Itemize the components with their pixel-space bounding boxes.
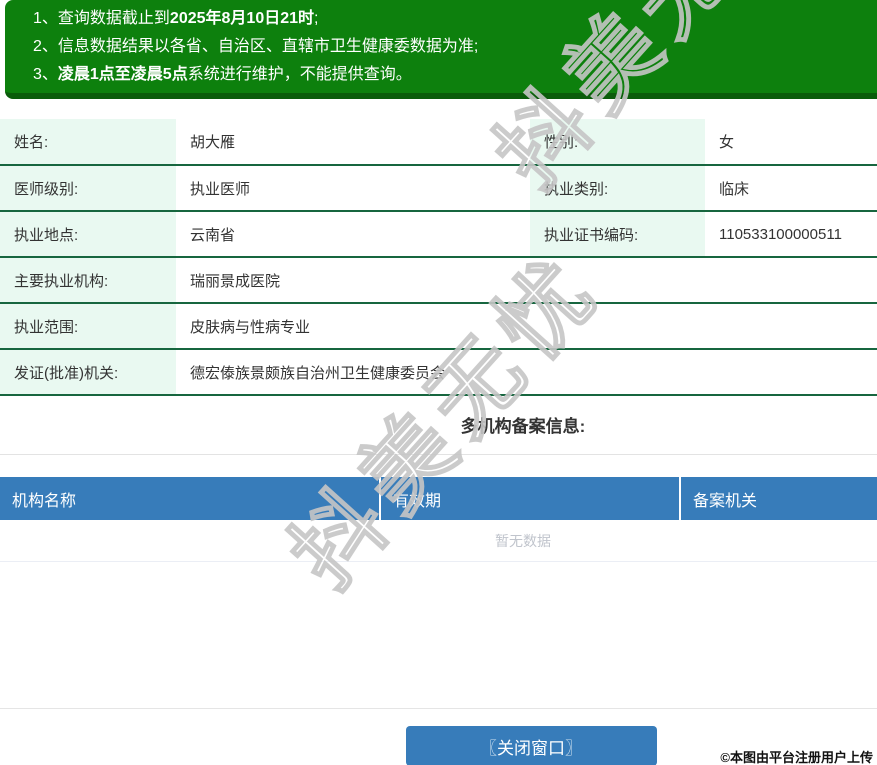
page-content: 1、查询数据截止到2025年8月10日21时; 2、信息数据结果以各省、自治区、…	[0, 0, 877, 765]
multi-org-section-title: 多机构备案信息:	[460, 417, 586, 436]
empty-data-placeholder: 暂无数据	[0, 520, 877, 562]
notice-text: 查询数据截止到	[57, 10, 170, 27]
notice-line-1: 1、查询数据截止到2025年8月10日21时;	[33, 5, 877, 33]
notice-number: 2、	[33, 38, 58, 55]
column-header-record-authority: 备案机关	[679, 477, 877, 520]
notice-number: 1、	[33, 10, 58, 27]
practice-scope-label: 执业范围:	[0, 303, 176, 350]
column-header-org-name: 机构名称	[0, 477, 380, 520]
level-label: 医师级别:	[0, 165, 176, 212]
category-label: 执业类别:	[530, 165, 705, 212]
main-org-label: 主要执业机构:	[0, 257, 176, 304]
issuing-authority-label: 发证(批准)机关:	[0, 349, 176, 396]
table-row: 姓名: 胡大雁 性别: 女	[0, 119, 877, 166]
location-value: 云南省	[176, 211, 530, 258]
notice-text: 信息数据结果以各省、自治区、直辖市卫生健康委数据为准;	[57, 38, 479, 55]
notice-line-2: 2、信息数据结果以各省、自治区、直辖市卫生健康委数据为准;	[33, 33, 877, 61]
notice-banner: 1、查询数据截止到2025年8月10日21时; 2、信息数据结果以各省、自治区、…	[5, 0, 877, 99]
name-value: 胡大雁	[176, 119, 530, 166]
notice-text-bold: 凌晨1点至凌晨5点	[57, 66, 188, 83]
level-value: 执业医师	[176, 165, 530, 212]
query-result-page: 1、查询数据截止到2025年8月10日21时; 2、信息数据结果以各省、自治区、…	[0, 0, 877, 765]
practice-scope-value: 皮肤病与性病专业	[176, 303, 877, 350]
table-row: 发证(批准)机关: 德宏傣族景颇族自治州卫生健康委员会	[0, 349, 877, 396]
notice-line-3: 3、凌晨1点至凌晨5点系统进行维护，不能提供查询。	[33, 61, 877, 89]
gender-label: 性别:	[530, 119, 705, 166]
notice-text: 系统进行维护，不能提供查询。	[187, 66, 412, 83]
column-header-validity: 有效期	[379, 477, 680, 520]
table-row: 执业地点: 云南省 执业证书编码: 110533100000511	[0, 211, 877, 258]
divider	[0, 454, 877, 455]
main-org-value: 瑞丽景成医院	[176, 257, 877, 304]
table-row: 医师级别: 执业医师 执业类别: 临床	[0, 165, 877, 212]
certificate-number-value: 110533100000511	[705, 211, 877, 258]
table-header-row: 机构名称 有效期 备案机关	[0, 477, 877, 520]
location-label: 执业地点:	[0, 211, 176, 258]
multi-org-records-table: 机构名称 有效期 备案机关	[0, 477, 877, 520]
notice-text-bold: 2025年8月10日21时	[169, 10, 315, 27]
copyright-stamp: ©本图由平台注册用户上传	[720, 750, 873, 765]
notice-number: 3、	[33, 66, 58, 83]
table-row: 主要执业机构: 瑞丽景成医院	[0, 257, 877, 304]
gender-value: 女	[705, 119, 877, 166]
category-value: 临床	[705, 165, 877, 212]
close-window-button[interactable]: 〖关闭窗口〗	[405, 726, 657, 765]
practitioner-info-table: 姓名: 胡大雁 性别: 女 医师级别: 执业医师 执业类别: 临床 执业地点: …	[0, 119, 877, 396]
issuing-authority-value: 德宏傣族景颇族自治州卫生健康委员会	[176, 349, 877, 396]
notice-text: ;	[314, 10, 319, 27]
table-row: 执业范围: 皮肤病与性病专业	[0, 303, 877, 350]
certificate-number-label: 执业证书编码:	[530, 211, 705, 258]
name-label: 姓名:	[0, 119, 176, 166]
